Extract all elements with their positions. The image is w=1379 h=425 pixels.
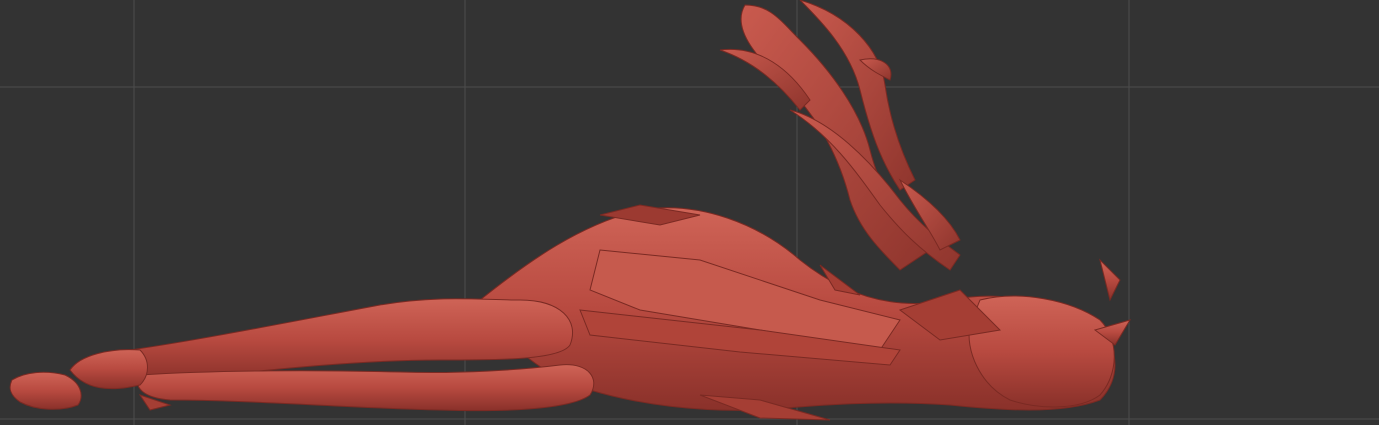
- legs: [129, 298, 595, 412]
- sculpt-model[interactable]: [0, 0, 1379, 425]
- head: [968, 258, 1132, 408]
- feet: [9, 349, 148, 410]
- hair-strands: [719, 0, 961, 271]
- 3d-viewport[interactable]: [0, 0, 1379, 425]
